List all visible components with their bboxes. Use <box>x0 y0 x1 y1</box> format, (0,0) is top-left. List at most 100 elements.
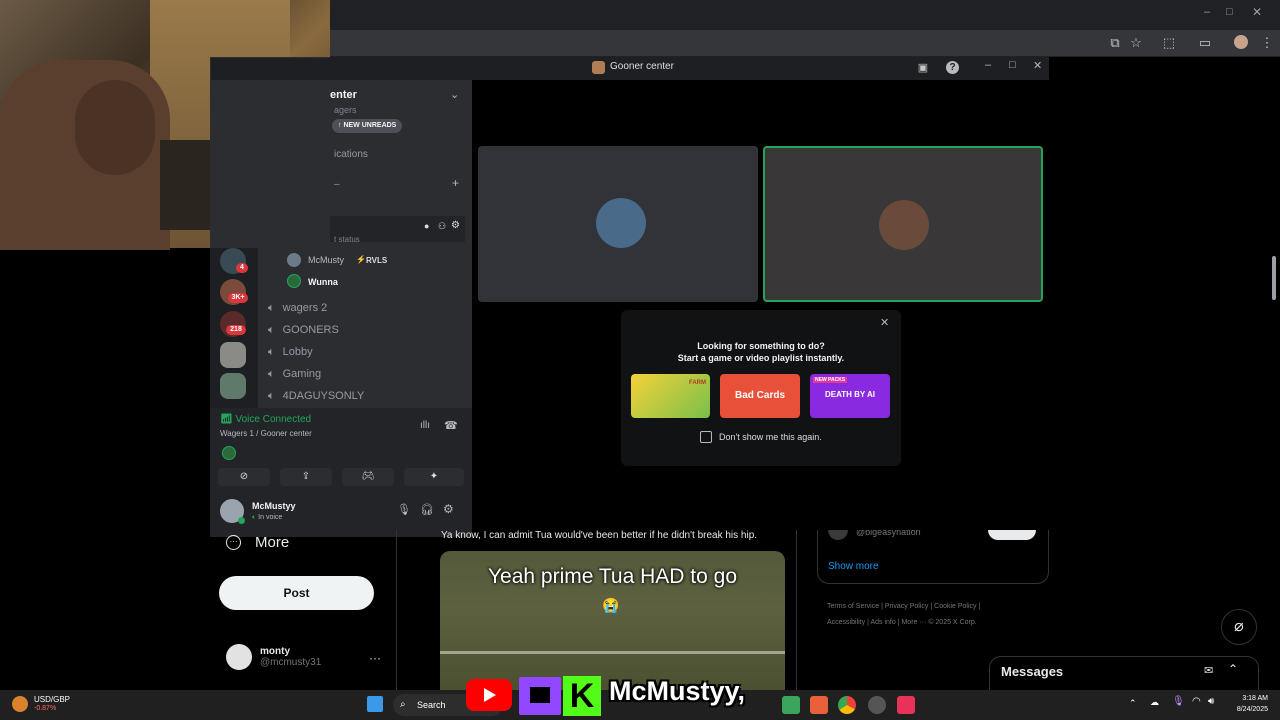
clock[interactable]: 3:18 AM 8/24/2025 <box>1230 693 1268 715</box>
scrollbar[interactable] <box>1272 256 1276 300</box>
wifi-icon[interactable]: ◠ <box>1192 696 1201 707</box>
channel-label: wagers 2 <box>282 302 328 314</box>
tiktok-icon[interactable] <box>897 696 915 714</box>
chrome-icon[interactable] <box>838 696 856 714</box>
new-unreads-badge[interactable]: ↑ NEW UNREADS <box>332 119 403 133</box>
voice-channel[interactable]: 🔈︎ wagers 2 <box>268 297 364 319</box>
more-options-icon[interactable]: ··· <box>369 651 381 665</box>
star-icon[interactable]: ☆ <box>1128 35 1144 51</box>
footer-link[interactable]: Privacy Policy <box>885 603 929 610</box>
server-name[interactable]: enter <box>330 89 357 101</box>
footer-link[interactable]: More ··· <box>901 619 926 626</box>
twitch-icon <box>519 677 561 715</box>
camera-off-button[interactable]: ⊘ <box>218 468 270 486</box>
gear-icon[interactable]: ⚙ <box>451 220 460 231</box>
cloud-icon[interactable]: ☁ <box>1150 697 1159 708</box>
chat-icon[interactable]: ● <box>424 221 429 231</box>
voice-channel[interactable]: 🔈︎ 4DAGUYSONLY <box>268 385 364 407</box>
mic-icon[interactable]: 🎙︎ <box>397 503 411 516</box>
new-message-icon[interactable]: ✉ <box>1204 664 1213 677</box>
chevron-up-icon[interactable]: ⌃ <box>1228 662 1238 676</box>
voice-location[interactable]: Wagers 1 / Gooner center <box>220 429 312 438</box>
soundboard-button[interactable]: ✦ <box>404 468 464 486</box>
webcam-head <box>75 80 155 175</box>
account-switcher[interactable]: monty @mcmusty31 <box>226 644 321 670</box>
messages-drawer[interactable]: Messages ✉ ⌃ <box>989 656 1259 690</box>
minimize-icon[interactable]: – <box>985 59 991 71</box>
app-icon[interactable] <box>810 696 828 714</box>
follow-button[interactable] <box>988 530 1036 540</box>
footer-link[interactable]: Terms of Service <box>827 603 879 610</box>
speaker-icon: 🔈︎ <box>268 323 275 336</box>
voice-channel[interactable]: 🔈︎ Lobby <box>268 341 364 363</box>
speaker-icon: 🔈︎ <box>268 389 275 402</box>
nav-more[interactable]: ··· More <box>226 534 289 551</box>
profile-avatar[interactable] <box>1234 35 1248 49</box>
minimize-icon[interactable]: – <box>1204 6 1220 18</box>
show-more-link[interactable]: Show more <box>828 561 879 572</box>
add-channel-icon[interactable]: + <box>452 176 459 190</box>
server-avatar[interactable] <box>220 373 246 399</box>
close-icon[interactable]: ✕ <box>1252 5 1268 19</box>
account-info: monty @mcmusty31 <box>260 646 321 668</box>
avatar <box>226 644 252 670</box>
post-button[interactable]: Post <box>219 576 374 610</box>
game-card[interactable]: Bad Cards <box>720 374 800 418</box>
disconnect-icon[interactable]: ☎ <box>444 419 458 432</box>
footer-link[interactable]: Accessibility <box>827 619 865 626</box>
menu-icon[interactable]: ⋮ <box>1259 35 1275 51</box>
tweet-video[interactable]: Yeah prime Tua HAD to go 😭 <box>440 551 785 690</box>
headphones-icon[interactable]: 🎧︎ <box>420 503 434 516</box>
server-icon <box>592 61 605 74</box>
voice-channel[interactable]: 🔈︎ Gaming <box>268 363 364 385</box>
account-handle: @mcmusty31 <box>260 657 322 668</box>
username[interactable]: McMustyy <box>252 501 296 511</box>
online-status-dot <box>238 517 245 524</box>
grok-button[interactable]: ⌀ <box>1221 609 1257 645</box>
channel-partial-2[interactable]: ications <box>334 149 368 160</box>
activity-button[interactable]: 🎮︎ <box>342 468 394 486</box>
participant-tile-speaking[interactable] <box>763 146 1043 302</box>
voice-connected-status[interactable]: 📶︎ Voice Connected <box>220 414 311 425</box>
youtube-icon <box>466 679 512 711</box>
avatar <box>828 530 848 540</box>
ticker-symbol[interactable]: USD/GBP <box>34 695 70 704</box>
close-icon[interactable]: ✕ <box>1033 59 1042 72</box>
windows-start-icon[interactable] <box>367 696 383 712</box>
maximize-icon[interactable]: □ <box>1009 59 1016 71</box>
partial-handle: @bigeasynation <box>856 530 921 537</box>
chevron-down-icon[interactable]: ⌄ <box>450 88 459 101</box>
mic-icon[interactable]: 🎙︎ <box>1172 696 1185 707</box>
voice-channel[interactable]: 🔈︎ GOONERS <box>268 319 364 341</box>
volume-icon[interactable]: 🔊︎ <box>1208 696 1214 707</box>
gear-icon[interactable]: ⚙ <box>443 502 454 516</box>
help-icon[interactable]: ? <box>946 61 959 74</box>
footer-link[interactable]: Cookie Policy <box>934 603 976 610</box>
account-name: monty <box>260 646 290 657</box>
chevron-up-icon[interactable]: ⌃ <box>1129 698 1137 709</box>
footer-link[interactable]: Ads info <box>870 619 895 626</box>
app-icon[interactable] <box>868 696 886 714</box>
footer-links: Terms of Service | Privacy Policy | Cook… <box>827 603 981 626</box>
voice-user-name[interactable]: Wunna <box>308 277 338 287</box>
custom-status[interactable]: t status <box>334 235 360 244</box>
inbox-icon[interactable]: ▣ <box>915 60 931 76</box>
people-icon[interactable]: ⚇ <box>438 221 446 232</box>
screenshot-icon[interactable]: ⧉ <box>1107 35 1123 51</box>
app-icon[interactable] <box>782 696 800 714</box>
sidepanel-icon[interactable]: ▭ <box>1197 35 1213 51</box>
noise-suppression-icon[interactable]: ıllı <box>420 420 430 431</box>
voice-user-name[interactable]: McMusty <box>308 255 344 265</box>
game-card[interactable]: NEW PACKS DEATH BY AI <box>810 374 890 418</box>
dont-show-checkbox[interactable] <box>700 431 712 443</box>
screenshare-button[interactable]: ⇪ <box>280 468 332 486</box>
copyright: © 2025 X Corp. <box>928 619 977 626</box>
maximize-icon[interactable]: □ <box>1226 6 1242 18</box>
participant-tile[interactable] <box>478 146 758 302</box>
speaker-icon: 🔈︎ <box>268 367 275 380</box>
close-icon[interactable]: ✕ <box>880 316 889 329</box>
channel-partial[interactable]: agers <box>334 105 357 115</box>
game-card[interactable]: FARM <box>631 374 710 418</box>
server-avatar[interactable] <box>220 342 246 368</box>
extensions-icon[interactable]: ⬚ <box>1161 35 1177 51</box>
